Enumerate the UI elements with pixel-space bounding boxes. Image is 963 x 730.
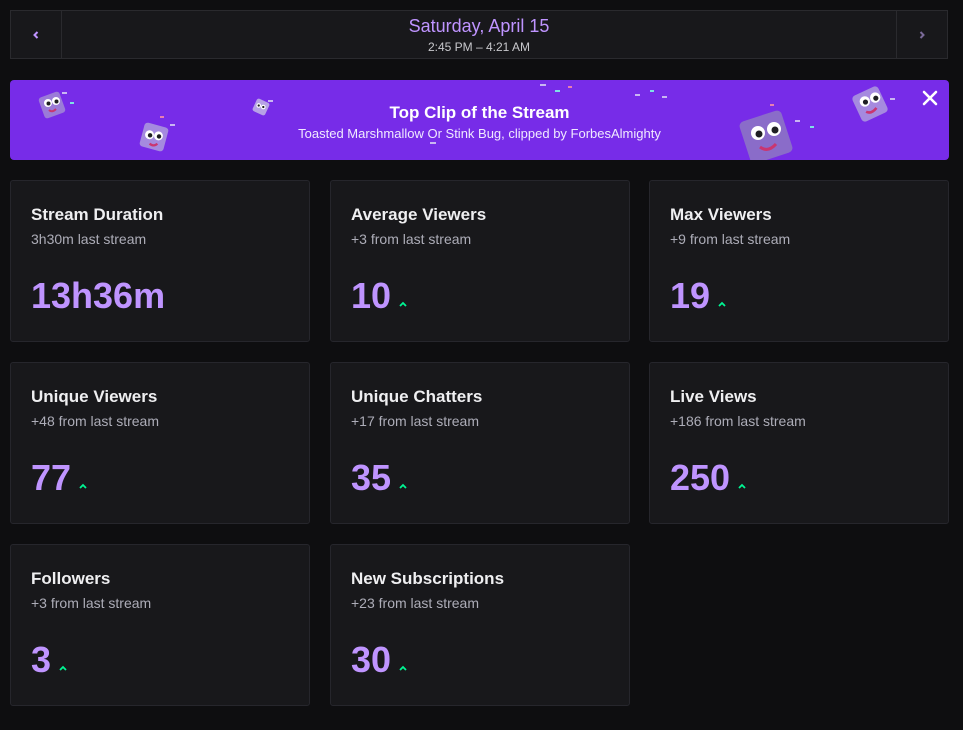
stat-value-row: 35	[351, 458, 408, 498]
previous-stream-button[interactable]	[11, 11, 62, 58]
stat-value: 77	[31, 457, 72, 498]
stat-value: 35	[351, 457, 392, 498]
stat-comparison: +186 from last stream	[670, 413, 806, 429]
stat-title: Average Viewers	[351, 205, 487, 224]
stat-value-row: 3	[31, 640, 68, 680]
stat-comparison: +17 from last stream	[351, 413, 479, 429]
trend-up-icon	[718, 301, 726, 307]
stat-title: Stream Duration	[31, 205, 164, 224]
stat-comparison: +3 from last stream	[31, 595, 152, 611]
stat-card-max-viewers: Max Viewers +9 from last stream 19	[649, 180, 949, 342]
stat-title: Unique Viewers	[31, 387, 158, 406]
date-navigator: Saturday, April 15 2:45 PM – 4:21 AM	[10, 10, 948, 59]
stat-value: 3	[31, 639, 52, 680]
clip-title: Top Clip of the Stream	[389, 103, 570, 122]
stat-comparison: 3h30m last stream	[31, 231, 147, 247]
trend-up-icon	[59, 665, 67, 671]
stat-card-unique-viewers: Unique Viewers +48 from last stream 77	[10, 362, 310, 524]
stat-card-unique-chatters: Unique Chatters +17 from last stream 35	[330, 362, 630, 524]
stream-date: Saturday, April 15	[408, 15, 550, 36]
stat-value-row: 10	[351, 276, 408, 316]
stat-comparison: +23 from last stream	[351, 595, 479, 611]
trend-up-icon	[399, 483, 407, 489]
stat-title: Live Views	[670, 387, 757, 406]
stat-value: 19	[670, 275, 711, 316]
stat-value-row: 30	[351, 640, 408, 680]
stat-title: Max Viewers	[670, 205, 772, 224]
stat-comparison: +9 from last stream	[670, 231, 791, 247]
stat-value-row: 13h36m	[31, 276, 165, 316]
stat-card-stream-duration: Stream Duration 3h30m last stream 13h36m	[10, 180, 310, 342]
trend-up-icon	[79, 483, 87, 489]
top-clip-banner[interactable]: Top Clip of the Stream Toasted Marshmall…	[10, 80, 949, 160]
chevron-left-icon	[33, 30, 39, 39]
next-stream-button[interactable]	[896, 11, 947, 58]
date-display: Saturday, April 15 2:45 PM – 4:21 AM	[62, 11, 896, 58]
stat-value-row: 250	[670, 458, 747, 498]
stat-card-live-views: Live Views +186 from last stream 250	[649, 362, 949, 524]
stat-value: 30	[351, 639, 392, 680]
trend-up-icon	[738, 483, 746, 489]
trend-up-icon	[399, 665, 407, 671]
stream-time-range: 2:45 PM – 4:21 AM	[427, 39, 531, 54]
stat-value-row: 19	[670, 276, 727, 316]
stat-value-row: 77	[31, 458, 88, 498]
stat-comparison: +48 from last stream	[31, 413, 159, 429]
stat-value: 250	[670, 457, 731, 498]
stat-card-average-viewers: Average Viewers +3 from last stream 10	[330, 180, 630, 342]
stat-card-new-subscriptions: New Subscriptions +23 from last stream 3…	[330, 544, 630, 706]
chevron-right-icon	[919, 30, 925, 39]
stat-value: 13h36m	[31, 275, 166, 316]
stat-comparison: +3 from last stream	[351, 231, 472, 247]
stat-title: Unique Chatters	[351, 387, 483, 406]
clip-subtitle: Toasted Marshmallow Or Stink Bug, clippe…	[298, 126, 661, 141]
clip-info: Top Clip of the Stream Toasted Marshmall…	[10, 102, 949, 143]
trend-up-icon	[399, 301, 407, 307]
stat-value: 10	[351, 275, 392, 316]
stat-title: Followers	[31, 569, 111, 588]
stat-title: New Subscriptions	[351, 569, 505, 588]
close-icon[interactable]	[921, 89, 939, 107]
stat-card-followers: Followers +3 from last stream 3	[10, 544, 310, 706]
